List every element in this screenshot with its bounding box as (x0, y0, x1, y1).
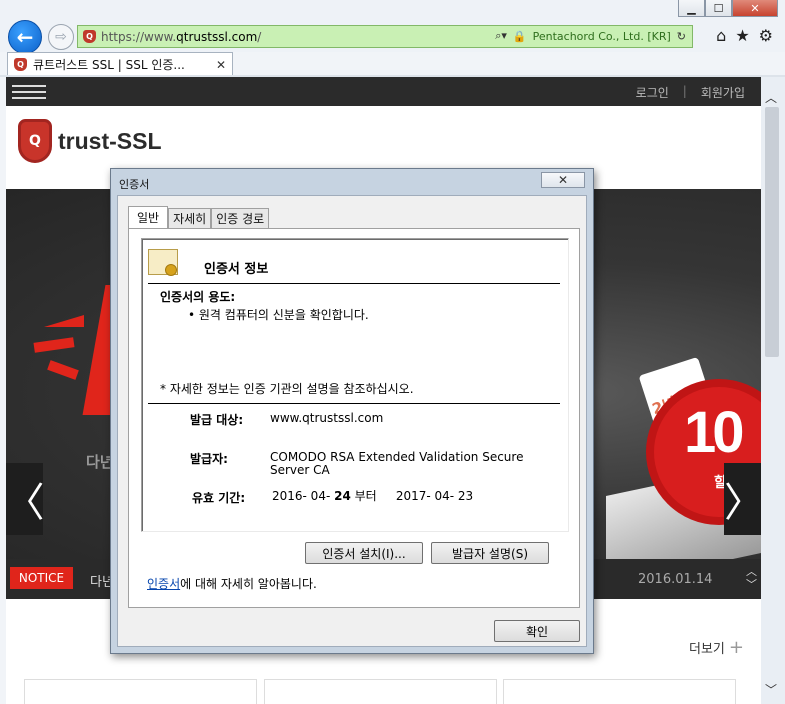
tab-title: 큐트러스트 SSL | SSL 인증... (33, 58, 185, 72)
notice-date: 2016.01.14 (638, 572, 713, 587)
issuer-statement-button[interactable]: 발급자 설명(S) (431, 542, 549, 564)
purpose-item: • 원격 컴퓨터의 신분을 확인합니다. (188, 308, 369, 322)
validity-value: 2016- 04- 24 부터 2017- 04- 23 (272, 490, 473, 503)
favorites-star-icon[interactable]: ★ (735, 26, 749, 45)
general-panel: 인증서 정보 인증서의 용도: • 원격 컴퓨터의 신분을 확인합니다. * 자… (128, 228, 580, 608)
address-bar[interactable]: Q https://www.qtrustssl.com/ ⌕▾ 🔒 Pentac… (77, 25, 693, 48)
scroll-thumb[interactable] (765, 107, 779, 357)
certificate-info-box: 인증서 정보 인증서의 용도: • 원격 컴퓨터의 신분을 확인합니다. * 자… (141, 238, 569, 532)
cert-owner-label[interactable]: Pentachord Co., Ltd. [KR] (533, 30, 671, 43)
dialog-title: 인증서 (119, 178, 150, 191)
signup-link[interactable]: 회원가입 (701, 84, 745, 101)
chevron-left-icon: 〈 (6, 480, 45, 526)
learn-more-rest: 에 대해 자세히 알아봅니다. (180, 577, 317, 591)
divider (148, 283, 560, 284)
learn-more-text: 인증서에 대해 자세히 알아봅니다. (147, 575, 317, 592)
banner-prev-button[interactable]: 〈 (6, 463, 45, 535)
account-links: 로그인 | 회원가입 (636, 84, 745, 101)
window-controls: ▁ ☐ ✕ (678, 0, 778, 17)
chevron-down-icon[interactable]: ﹀ (746, 578, 757, 591)
dialog-tabs: 일반 자세히 인증 경로 (128, 206, 270, 228)
logo-text: trust-SSL (58, 127, 162, 154)
notice-badge: NOTICE (10, 567, 73, 589)
back-arrow-icon: ← (16, 25, 34, 49)
url-prefix: https://www. (101, 29, 177, 44)
toolbar-icons: ⌂ ★ ⚙ (716, 26, 773, 45)
dialog-body: 일반 자세히 인증 경로 인증서 정보 인증서의 용도: • 원격 컴퓨터의 신… (117, 195, 587, 647)
lock-icon[interactable]: 🔒 (513, 30, 527, 43)
search-icon[interactable]: ⌕▾ (495, 29, 507, 43)
content-card[interactable] (24, 679, 257, 704)
back-button[interactable]: ← (8, 20, 42, 54)
tab-general[interactable]: 일반 (128, 206, 169, 228)
tab-certification-path[interactable]: 인증 경로 (211, 208, 270, 228)
browser-chrome: ▁ ☐ ✕ ← ⇨ Q https://www.qtrustssl.com/ ⌕… (0, 0, 785, 54)
tab-details[interactable]: 자세히 (168, 208, 212, 228)
valid-from-day: 24 (334, 489, 351, 503)
ok-button[interactable]: 확인 (494, 620, 580, 642)
address-right-group: ⌕▾ 🔒 Pentachord Co., Ltd. [KR] ↻ (495, 29, 686, 43)
more-label: 더보기 (689, 642, 725, 657)
valid-to-word: 부터 (354, 489, 377, 503)
install-certificate-button[interactable]: 인증서 설치(I)... (305, 542, 423, 564)
shield-logo-icon: Q (18, 119, 52, 163)
page-scrollbar[interactable]: ︿ ﹀ (761, 77, 785, 704)
more-link[interactable]: 더보기 + (689, 637, 744, 658)
browser-tab[interactable]: Q 큐트러스트 SSL | SSL 인증... ✕ (7, 52, 233, 76)
minimize-button[interactable]: ▁ (678, 0, 705, 17)
settings-gear-icon[interactable]: ⚙ (759, 26, 773, 45)
login-link[interactable]: 로그인 (636, 84, 669, 101)
site-topbar: 로그인 | 회원가입 (6, 77, 761, 106)
tab-close-icon[interactable]: ✕ (216, 58, 226, 72)
certificate-icon (148, 249, 178, 276)
discount-number: 10 (684, 400, 744, 465)
forward-arrow-icon: ⇨ (55, 29, 67, 45)
url-host: qtrustssl.com (176, 29, 258, 44)
certificate-dialog: 인증서 ✕ 일반 자세히 인증 경로 인증서 정보 인증서의 용도: • 원격 … (110, 168, 594, 654)
forward-button[interactable]: ⇨ (48, 24, 74, 50)
scroll-down-icon[interactable]: ﹀ (765, 681, 777, 698)
home-icon[interactable]: ⌂ (716, 26, 726, 45)
banner-next-button[interactable]: 〉 (724, 463, 761, 535)
notice-scroll-arrows: ︿ ﹀ (746, 565, 757, 591)
learn-more-link[interactable]: 인증서 (147, 577, 180, 591)
reference-note: * 자세한 정보는 인증 기관의 설명을 참조하십시오. (160, 382, 414, 396)
dialog-close-button[interactable]: ✕ (541, 172, 585, 188)
hamburger-menu-icon[interactable] (12, 85, 46, 99)
purpose-label: 인증서의 용도: (160, 290, 236, 304)
divider (148, 403, 560, 404)
valid-from: 2016- 04- (272, 489, 335, 503)
refresh-icon[interactable]: ↻ (677, 30, 686, 43)
chevron-right-icon: 〉 (724, 480, 761, 526)
issuer-value-line2: Server CA (270, 463, 330, 477)
url-text[interactable]: https://www.qtrustssl.com/ (101, 30, 261, 44)
plus-icon: + (728, 637, 744, 658)
tab-favicon-icon: Q (14, 58, 27, 71)
link-separator: | (682, 84, 687, 98)
chevron-up-icon[interactable]: ︿ (746, 565, 757, 578)
site-favicon-icon: Q (83, 30, 96, 43)
certificate-info-heading: 인증서 정보 (204, 262, 269, 277)
content-card[interactable] (264, 679, 497, 704)
url-suffix: / (257, 29, 262, 44)
validity-label: 유효 기간: (192, 491, 246, 505)
issuer-label: 발급자: (190, 452, 228, 466)
valid-to: 2017- 04- 23 (395, 489, 474, 503)
maximize-button[interactable]: ☐ (705, 0, 732, 17)
window-close-button[interactable]: ✕ (732, 0, 778, 17)
content-card[interactable] (503, 679, 736, 704)
scroll-up-icon[interactable]: ︿ (765, 89, 777, 106)
issuer-value: COMODO RSA Extended Validation Secure Se… (270, 451, 523, 477)
issued-to-value: www.qtrustssl.com (270, 411, 384, 425)
site-logo[interactable]: Q trust-SSL (18, 119, 162, 163)
issued-to-label: 발급 대상: (190, 413, 244, 427)
